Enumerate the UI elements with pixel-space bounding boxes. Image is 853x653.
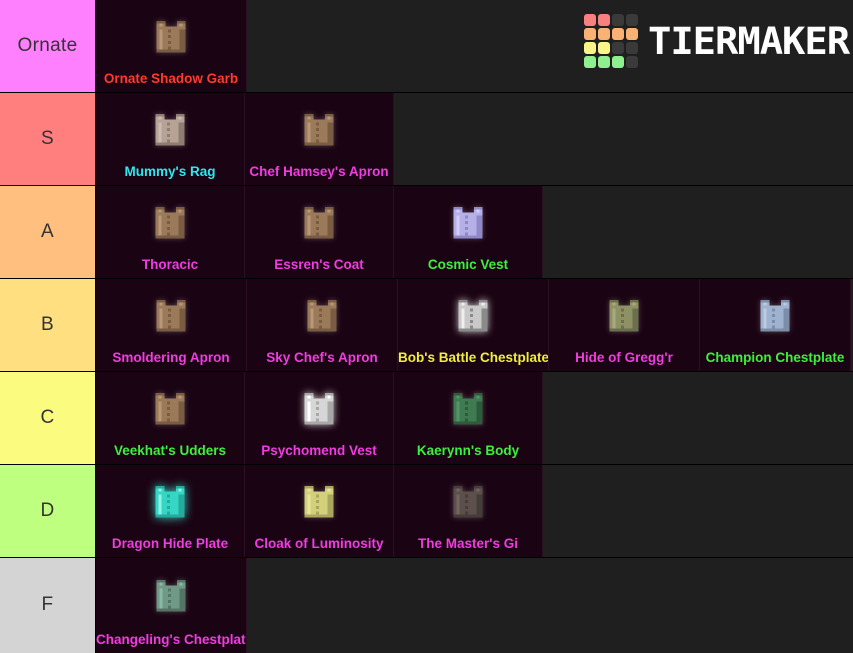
item-icon-wrap bbox=[96, 279, 246, 351]
tier-items-b: Smoldering Apron Sky Chef's Apron Bob's Ba… bbox=[96, 279, 853, 371]
chestplate-icon bbox=[601, 294, 647, 340]
tier-list: Ornate Ornate Shadow Garb S Mummy's Rag Chef… bbox=[0, 0, 853, 653]
item-label: Veekhat's Udders bbox=[113, 443, 226, 458]
tier-items-s: Mummy's Rag Chef Hamsey's Apron bbox=[96, 93, 853, 185]
chestplate-icon bbox=[148, 574, 194, 620]
item-icon-wrap bbox=[700, 279, 850, 351]
chestplate-icon bbox=[147, 387, 193, 433]
tier-label-c[interactable]: C bbox=[0, 372, 96, 464]
tier-label-d[interactable]: D bbox=[0, 465, 96, 557]
chestplate-icon bbox=[296, 201, 342, 247]
item-icon-wrap bbox=[96, 372, 244, 444]
item-label: Bob's Battle Chestplate bbox=[398, 350, 548, 365]
item-label: Essren's Coat bbox=[274, 257, 364, 272]
item-label: Dragon Hide Plate bbox=[111, 536, 229, 551]
tier-item[interactable]: Mummy's Rag bbox=[96, 93, 245, 185]
item-icon-wrap bbox=[394, 372, 542, 444]
tier-item[interactable]: Ornate Shadow Garb bbox=[96, 0, 247, 92]
item-icon-wrap bbox=[398, 279, 548, 351]
item-label: Mummy's Rag bbox=[124, 164, 216, 179]
tier-item[interactable]: Champion Chestplate bbox=[700, 279, 851, 371]
tier-item[interactable]: Essren's Coat bbox=[245, 186, 394, 278]
tier-row-a: A Thoracic Essren's Coat Cosmic Vest bbox=[0, 186, 853, 279]
tier-row-b: B Smoldering Apron Sky Chef's Apron Bob's B… bbox=[0, 279, 853, 372]
chestplate-icon bbox=[147, 480, 193, 526]
item-icon-wrap bbox=[394, 465, 542, 537]
item-label: Cosmic Vest bbox=[427, 257, 509, 272]
item-label: The Master's Gi bbox=[418, 536, 518, 551]
item-icon-wrap bbox=[96, 93, 244, 165]
item-icon-wrap bbox=[549, 279, 699, 351]
item-label: Smoldering Apron bbox=[112, 350, 230, 365]
item-label: Cloak of Luminosity bbox=[254, 536, 384, 551]
item-label: Champion Chestplate bbox=[705, 350, 845, 365]
tier-items-ornate: Ornate Shadow Garb bbox=[96, 0, 853, 92]
chestplate-icon bbox=[296, 108, 342, 154]
tier-item[interactable]: Thoracic bbox=[96, 186, 245, 278]
item-icon-wrap bbox=[245, 372, 393, 444]
tier-row-ornate: Ornate Ornate Shadow Garb bbox=[0, 0, 853, 93]
tier-item[interactable]: Cosmic Vest bbox=[394, 186, 543, 278]
tier-row-c: C Veekhat's Udders Psychomend Vest Kaerynn'… bbox=[0, 372, 853, 465]
item-label: Chef Hamsey's Apron bbox=[249, 164, 389, 179]
tier-label-s[interactable]: S bbox=[0, 93, 96, 185]
tier-row-f: F Changeling's Chestplate bbox=[0, 558, 853, 653]
chestplate-icon bbox=[299, 294, 345, 340]
chestplate-icon bbox=[147, 108, 193, 154]
tier-items-d: Dragon Hide Plate Cloak of Luminosity The … bbox=[96, 465, 853, 557]
tier-items-c: Veekhat's Udders Psychomend Vest Kaerynn's… bbox=[96, 372, 853, 464]
tier-label-f[interactable]: F bbox=[0, 558, 96, 653]
item-icon-wrap bbox=[245, 186, 393, 258]
chestplate-icon bbox=[445, 201, 491, 247]
item-label: Ornate Shadow Garb bbox=[103, 71, 239, 86]
chestplate-icon bbox=[445, 387, 491, 433]
item-icon-wrap bbox=[394, 186, 542, 258]
item-icon-wrap bbox=[96, 465, 244, 537]
tier-item[interactable]: Cloak of Luminosity bbox=[245, 465, 394, 557]
tier-label-a[interactable]: A bbox=[0, 186, 96, 278]
tier-item[interactable]: Psychomend Vest bbox=[245, 372, 394, 464]
item-label: Psychomend Vest bbox=[261, 443, 377, 458]
item-label: Hide of Gregg'r bbox=[575, 350, 673, 365]
chestplate-icon bbox=[445, 480, 491, 526]
chestplate-icon bbox=[752, 294, 798, 340]
tier-item[interactable]: Changeling's Chestplate bbox=[96, 558, 247, 653]
tier-item[interactable]: Bob's Battle Chestplate bbox=[398, 279, 549, 371]
tier-row-s: S Mummy's Rag Chef Hamsey's Apron bbox=[0, 93, 853, 186]
item-icon-wrap bbox=[96, 558, 246, 633]
tier-item[interactable]: Dragon Hide Plate bbox=[96, 465, 245, 557]
tier-item[interactable]: Kaerynn's Body bbox=[394, 372, 543, 464]
item-label: Kaerynn's Body bbox=[416, 443, 520, 458]
tier-items-f: Changeling's Chestplate bbox=[96, 558, 853, 653]
chestplate-icon bbox=[450, 294, 496, 340]
tier-item[interactable]: The Master's Gi bbox=[394, 465, 543, 557]
item-label: Changeling's Chestplate bbox=[96, 632, 246, 647]
chestplate-icon bbox=[147, 201, 193, 247]
item-icon-wrap bbox=[247, 279, 397, 351]
chestplate-icon bbox=[148, 294, 194, 340]
tier-item[interactable]: Smoldering Apron bbox=[96, 279, 247, 371]
item-icon-wrap bbox=[245, 93, 393, 165]
tier-item[interactable]: Hide of Gregg'r bbox=[549, 279, 700, 371]
tier-item[interactable]: Veekhat's Udders bbox=[96, 372, 245, 464]
chestplate-icon bbox=[148, 15, 194, 61]
tier-item[interactable]: Sky Chef's Apron bbox=[247, 279, 398, 371]
item-icon-wrap bbox=[96, 186, 244, 258]
item-icon-wrap bbox=[245, 465, 393, 537]
item-label: Sky Chef's Apron bbox=[266, 350, 378, 365]
tier-label-ornate[interactable]: Ornate bbox=[0, 0, 96, 92]
tier-items-a: Thoracic Essren's Coat Cosmic Vest bbox=[96, 186, 853, 278]
item-label: Thoracic bbox=[141, 257, 199, 272]
chestplate-icon bbox=[296, 387, 342, 433]
tier-label-b[interactable]: B bbox=[0, 279, 96, 371]
chestplate-icon bbox=[296, 480, 342, 526]
tier-row-d: D Dragon Hide Plate Cloak of Luminosity The… bbox=[0, 465, 853, 558]
item-icon-wrap bbox=[96, 0, 246, 72]
tier-item[interactable]: Chef Hamsey's Apron bbox=[245, 93, 394, 185]
